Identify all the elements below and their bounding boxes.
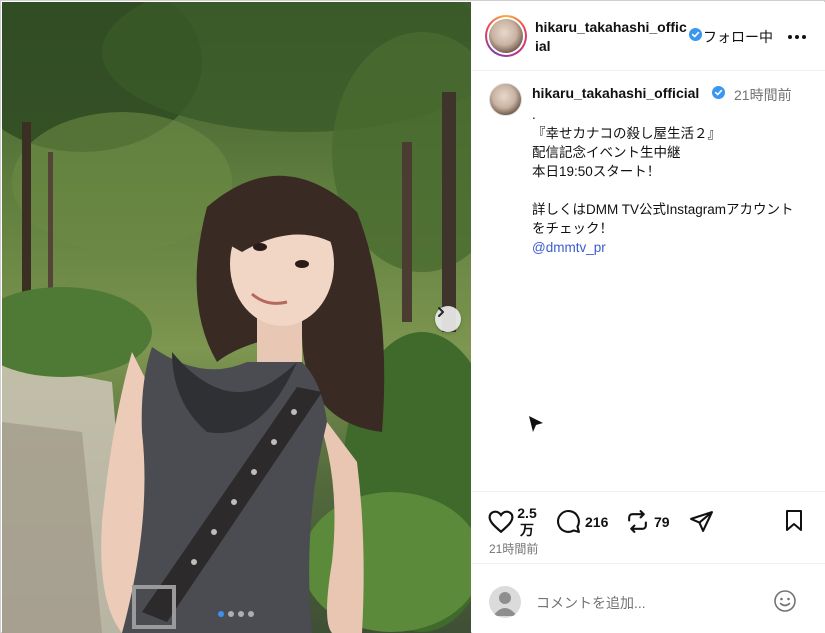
carousel-dot xyxy=(238,611,244,617)
avatar xyxy=(489,19,523,53)
caption-line: 配信記念イベント生中継 xyxy=(532,145,681,160)
emoji-smile-icon xyxy=(774,590,796,612)
chevron-right-icon xyxy=(438,307,444,317)
caption-avatar[interactable] xyxy=(489,83,522,116)
repost-count: 79 xyxy=(654,513,670,530)
caption-line: 『幸せカナコの殺し屋生活２』 xyxy=(532,126,721,141)
verified-badge-icon xyxy=(689,28,702,41)
mouse-cursor-icon xyxy=(529,416,543,432)
carousel-next-button[interactable] xyxy=(435,306,461,332)
post-detail-panel: hikaru_takahashi_official フォロー中 hikaru_t… xyxy=(472,2,825,633)
like-count: 2.5 万 xyxy=(517,505,537,539)
caption-text: . 『幸せカナコの殺し屋生活２』 配信記念イベント生中継 本日19:50スタート… xyxy=(532,105,817,257)
comment-input[interactable]: コメントを追加... xyxy=(536,593,646,613)
repost-icon xyxy=(628,510,647,533)
repost-button[interactable]: 79 xyxy=(625,509,670,534)
comment-count: 216 xyxy=(585,513,609,530)
story-ring-avatar[interactable] xyxy=(485,15,527,57)
mention-link[interactable]: @dmmtv_pr xyxy=(532,238,817,257)
user-avatar-icon xyxy=(489,586,521,618)
comment-box: コメントを追加... xyxy=(472,563,825,633)
carousel-dot xyxy=(248,611,254,617)
header-username[interactable]: hikaru_takahashi_official xyxy=(535,18,687,56)
caption-line: をチェック！ xyxy=(532,221,613,236)
comment-button[interactable]: 216 xyxy=(556,509,608,534)
caption-username[interactable]: hikaru_takahashi_official xyxy=(532,85,699,101)
more-options-button[interactable] xyxy=(783,26,811,46)
post-timestamp[interactable]: 21時間前 xyxy=(489,540,538,557)
like-count-number: 2.5 xyxy=(517,505,537,521)
emoji-button[interactable] xyxy=(773,589,797,618)
like-button[interactable]: 2.5 万 xyxy=(488,505,537,539)
caption-time[interactable]: 21時間前 xyxy=(734,85,792,105)
action-bar: 2.5 万 216 79 21時間前 xyxy=(472,491,825,563)
caption-line: . xyxy=(532,107,536,122)
carousel-indicator xyxy=(218,611,254,617)
post-photo[interactable] xyxy=(2,2,471,633)
post-frame: hikaru_takahashi_official フォロー中 hikaru_t… xyxy=(0,0,825,633)
caption-line: 詳しくはDMM TV公式Instagramアカウント xyxy=(532,202,794,217)
caption-line: 本日19:50スタート！ xyxy=(532,164,661,179)
carousel-dot xyxy=(228,611,234,617)
photo-illustration xyxy=(2,2,471,633)
verified-badge-icon xyxy=(712,86,725,99)
more-horizontal-icon xyxy=(788,35,806,39)
caption-line xyxy=(532,181,817,200)
following-button[interactable]: フォロー中 xyxy=(703,27,773,47)
send-icon xyxy=(690,511,713,532)
bookmark-icon xyxy=(786,510,802,531)
carousel-dot-active xyxy=(218,611,224,617)
share-button[interactable] xyxy=(689,509,714,534)
post-caption-area: hikaru_takahashi_official 21時間前 . 『幸せカナコ… xyxy=(472,71,825,491)
save-button[interactable] xyxy=(783,509,805,533)
like-count-unit: 万 xyxy=(520,522,534,538)
heart-icon xyxy=(488,510,514,534)
post-header: hikaru_takahashi_official フォロー中 xyxy=(472,2,825,71)
comment-icon xyxy=(557,510,580,533)
